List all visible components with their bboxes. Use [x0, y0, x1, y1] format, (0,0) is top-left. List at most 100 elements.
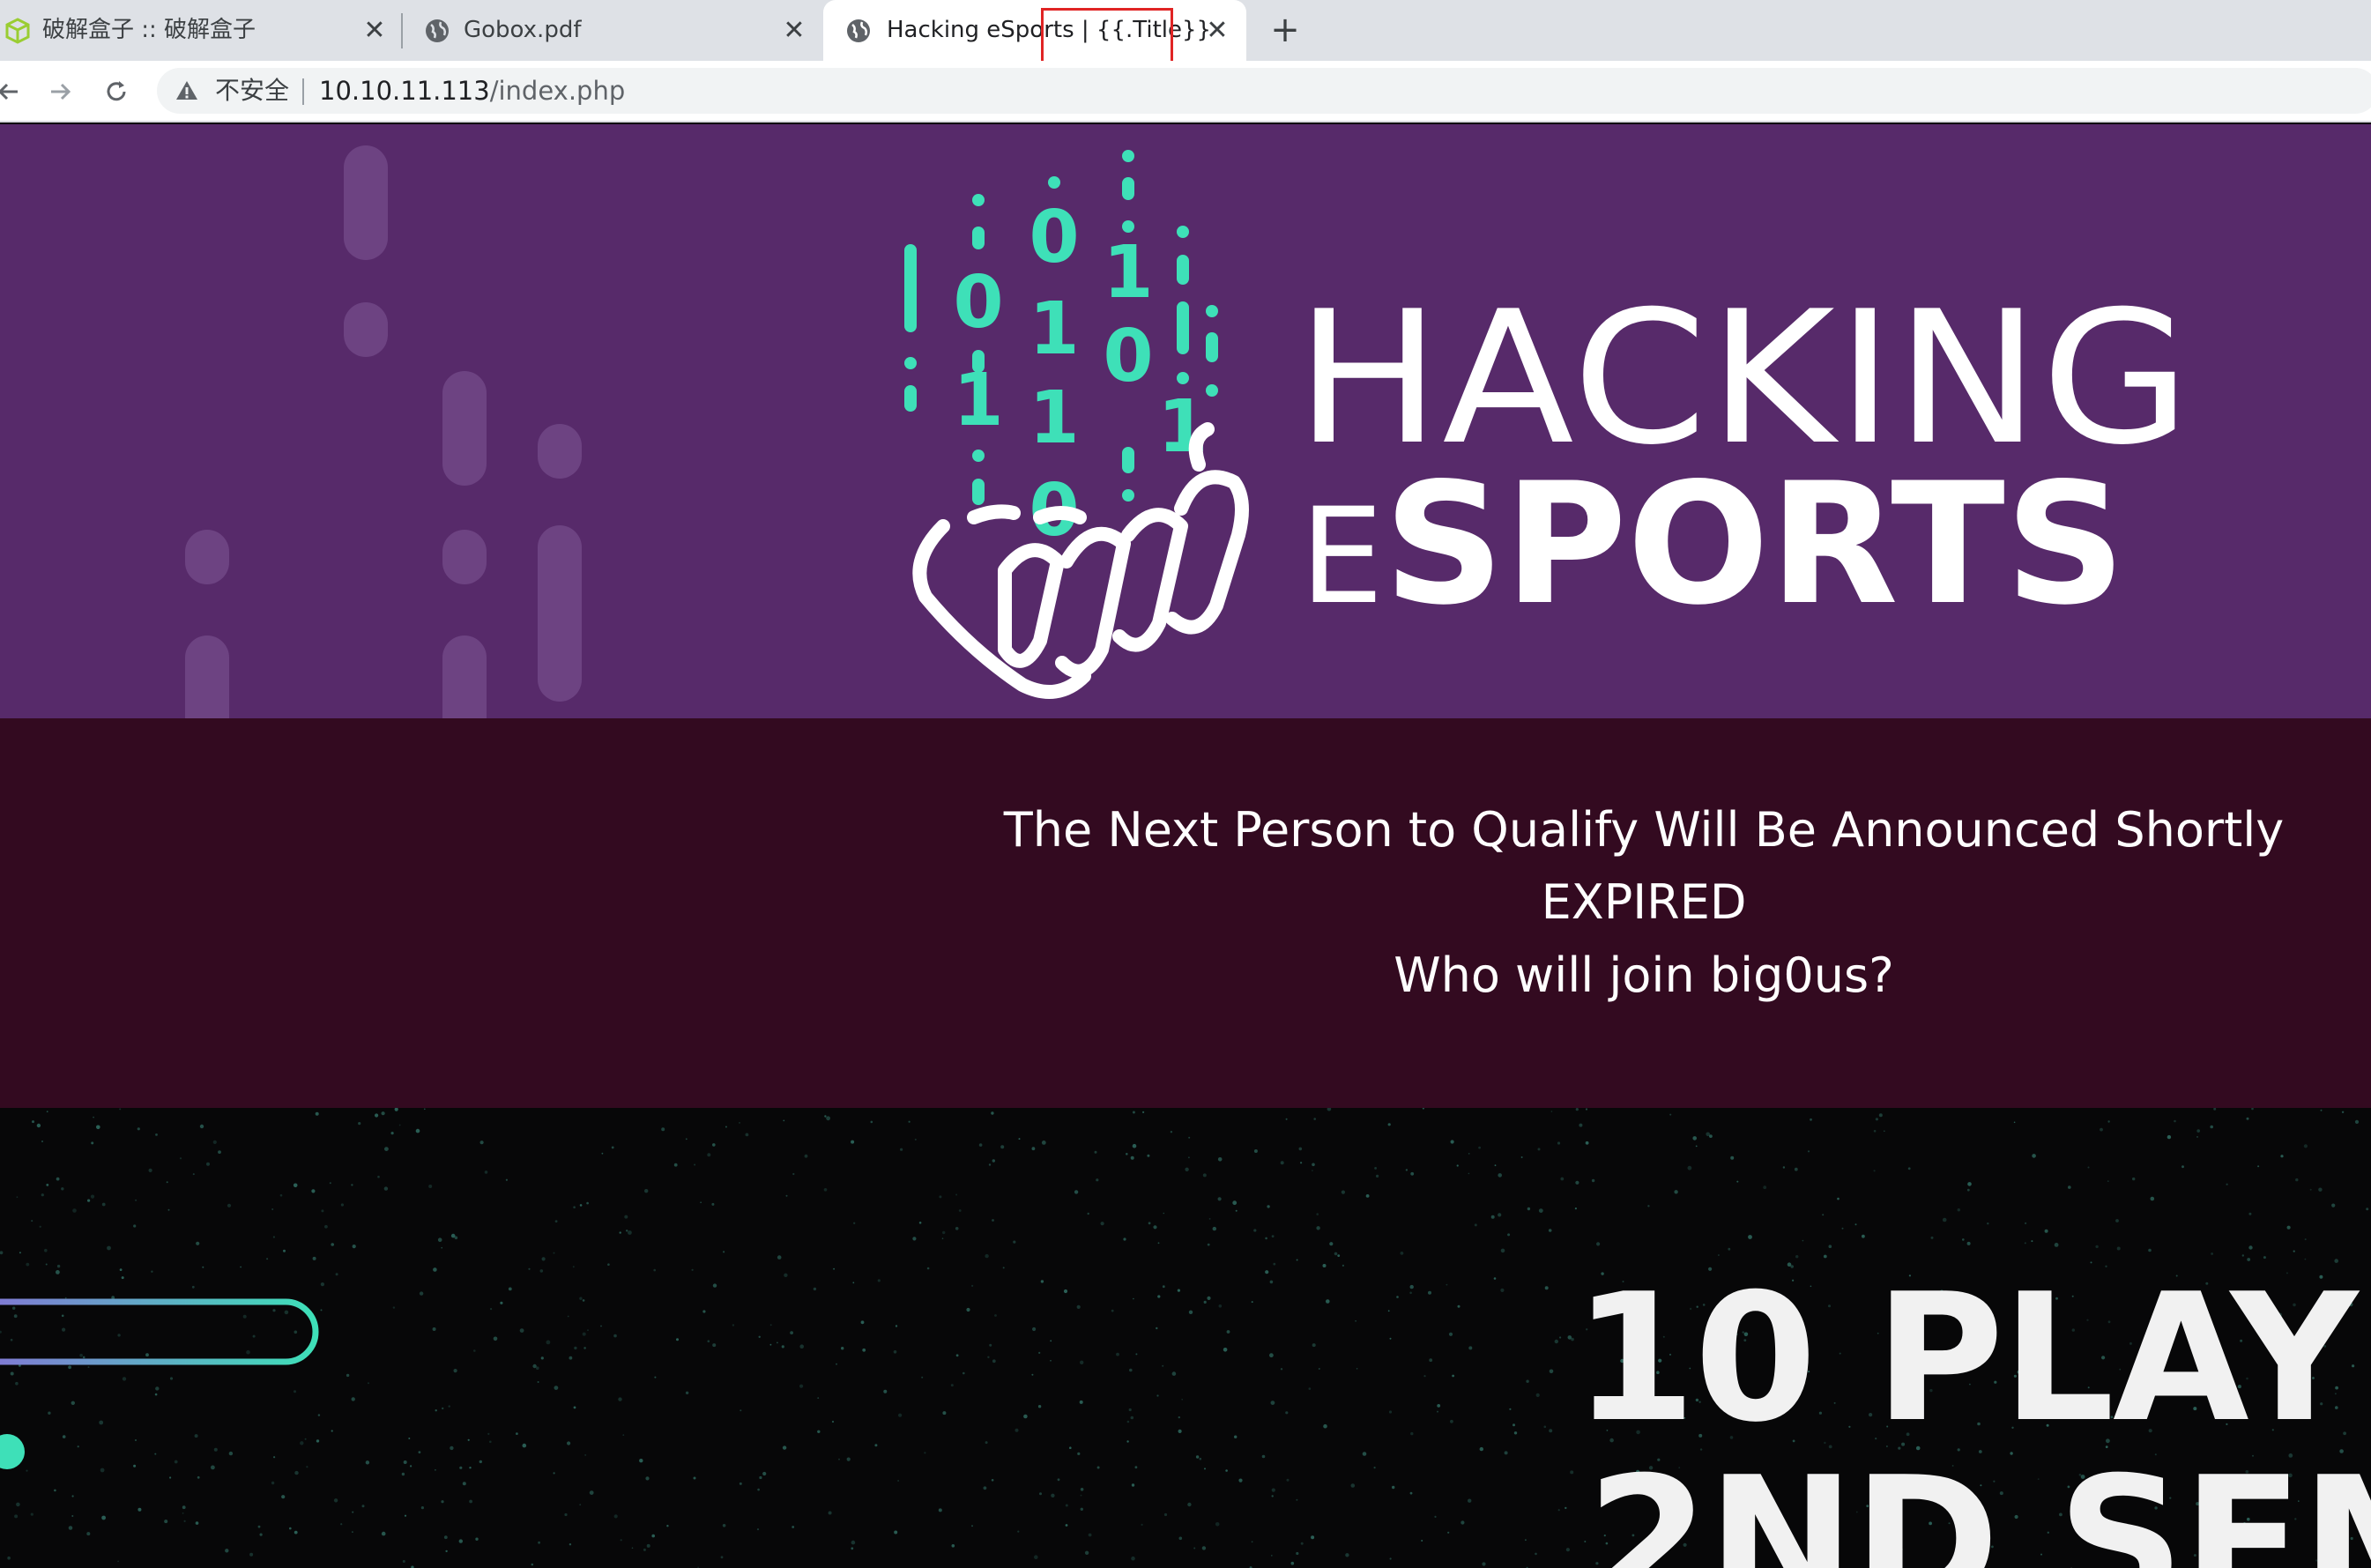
star-dot [782, 1445, 787, 1450]
star-dot [31, 1220, 33, 1222]
star-dot [757, 1488, 760, 1491]
address-bar[interactable]: 不安全 10.10.11.113/index.php [157, 68, 2371, 114]
tab-hacking-esports[interactable]: Hacking eSports | {{.Title}} ✕ [823, 0, 1246, 61]
decorative-bar [185, 635, 229, 718]
star-dot [912, 1237, 917, 1241]
star-dot [352, 1245, 356, 1249]
star-dot [645, 1476, 650, 1481]
star-dot [1387, 1310, 1390, 1312]
security-status-label[interactable]: 不安全 [215, 68, 289, 114]
star-dot [756, 1528, 760, 1531]
star-dot [1316, 1213, 1319, 1215]
star-dot [227, 1203, 232, 1208]
star-dot [448, 1405, 450, 1408]
star-dot [1269, 1353, 1274, 1358]
star-dot [71, 1515, 74, 1517]
star-dot [2248, 1212, 2252, 1215]
star-dot [2211, 1252, 2214, 1255]
tab-gobox-pdf[interactable]: Gobox.pdf ✕ [407, 0, 820, 61]
star-dot [1280, 1368, 1283, 1371]
star-dot [1554, 1339, 1559, 1344]
star-dot [2068, 1185, 2071, 1189]
star-dot [1271, 1488, 1275, 1492]
url-field[interactable]: 10.10.11.113/index.php [319, 68, 625, 114]
star-dot [579, 1204, 583, 1207]
star-dot [467, 1438, 470, 1441]
star-dot [516, 1432, 518, 1435]
star-dot [1987, 1222, 1989, 1225]
star-dot [804, 1154, 808, 1158]
star-dot [1069, 1446, 1072, 1449]
star-dot [1226, 1330, 1230, 1334]
star-dot [862, 1348, 866, 1352]
star-dot [340, 1523, 343, 1526]
star-dot [1329, 1242, 1334, 1246]
star-dot [1018, 1138, 1021, 1141]
star-dot [2150, 1196, 2155, 1201]
star-dot [46, 1184, 49, 1186]
star-dot [1966, 1241, 1971, 1245]
star-dot [1794, 1167, 1798, 1171]
star-dot [895, 1325, 898, 1327]
star-dot [500, 1301, 503, 1304]
star-dot [769, 1343, 772, 1346]
new-tab-button[interactable]: + [1260, 0, 1310, 61]
star-dot [1591, 1178, 1595, 1183]
forward-button[interactable] [35, 61, 85, 123]
star-dot [1446, 1283, 1448, 1286]
star-dot [851, 1140, 855, 1144]
star-dot [1065, 1524, 1068, 1527]
star-dot [315, 1111, 319, 1116]
glowing-pill-graphic [0, 1298, 319, 1469]
decorative-bar [538, 525, 582, 702]
star-dot [68, 1526, 73, 1530]
star-dot [26, 1262, 30, 1267]
close-icon[interactable]: ✕ [360, 0, 390, 61]
star-dot [1171, 1371, 1177, 1376]
star-dot [212, 1140, 217, 1144]
star-dot [1080, 1360, 1084, 1364]
star-dot [167, 1208, 170, 1211]
star-dot [992, 1159, 996, 1163]
star-dot [1482, 1562, 1486, 1566]
star-dot [1422, 1108, 1424, 1110]
star-dot [1031, 1373, 1034, 1376]
warning-icon[interactable] [175, 78, 199, 103]
star-dot [1032, 1326, 1037, 1332]
star-dot [1034, 1555, 1038, 1559]
star-dot [921, 1376, 924, 1379]
star-dot [1513, 1431, 1518, 1435]
star-dot [1807, 1150, 1810, 1153]
close-icon[interactable]: ✕ [779, 0, 809, 61]
reload-button[interactable] [92, 61, 141, 123]
star-dot [1130, 1156, 1134, 1160]
star-dot [1560, 1177, 1565, 1181]
star-dot [539, 1269, 544, 1273]
tab-pohe-hezi[interactable]: 破解盒子 :: 破解盒子 ✕ [0, 0, 397, 61]
star-dot [1596, 1242, 1601, 1246]
star-dot [2115, 1219, 2119, 1222]
star-dot [1313, 1118, 1316, 1120]
star-dot [1695, 1145, 1698, 1148]
star-dot [2024, 1242, 2026, 1245]
star-dot [2366, 1208, 2369, 1211]
brand-sports: SPORTS [1383, 447, 2126, 642]
star-dot [394, 1108, 398, 1111]
star-dot [1311, 1535, 1315, 1540]
star-dot [56, 1177, 60, 1181]
star-dot [2213, 1108, 2217, 1111]
close-icon[interactable]: ✕ [1202, 0, 1232, 61]
star-dot [1079, 1400, 1083, 1404]
star-dot [897, 1480, 899, 1482]
star-dot [898, 1413, 903, 1417]
star-dot [96, 1125, 100, 1130]
star-dot [1131, 1483, 1135, 1487]
star-dot [554, 1220, 558, 1222]
star-dot [1396, 1296, 1399, 1298]
hero-banner: 0 1 0 1 1 0 1 1 0 HACKING ESPORTS [0, 124, 2371, 718]
star-dot [1238, 1478, 1243, 1483]
star-dot [2251, 1108, 2254, 1111]
back-button[interactable] [0, 61, 33, 123]
star-dot [985, 1441, 988, 1445]
star-dot [988, 1163, 992, 1166]
